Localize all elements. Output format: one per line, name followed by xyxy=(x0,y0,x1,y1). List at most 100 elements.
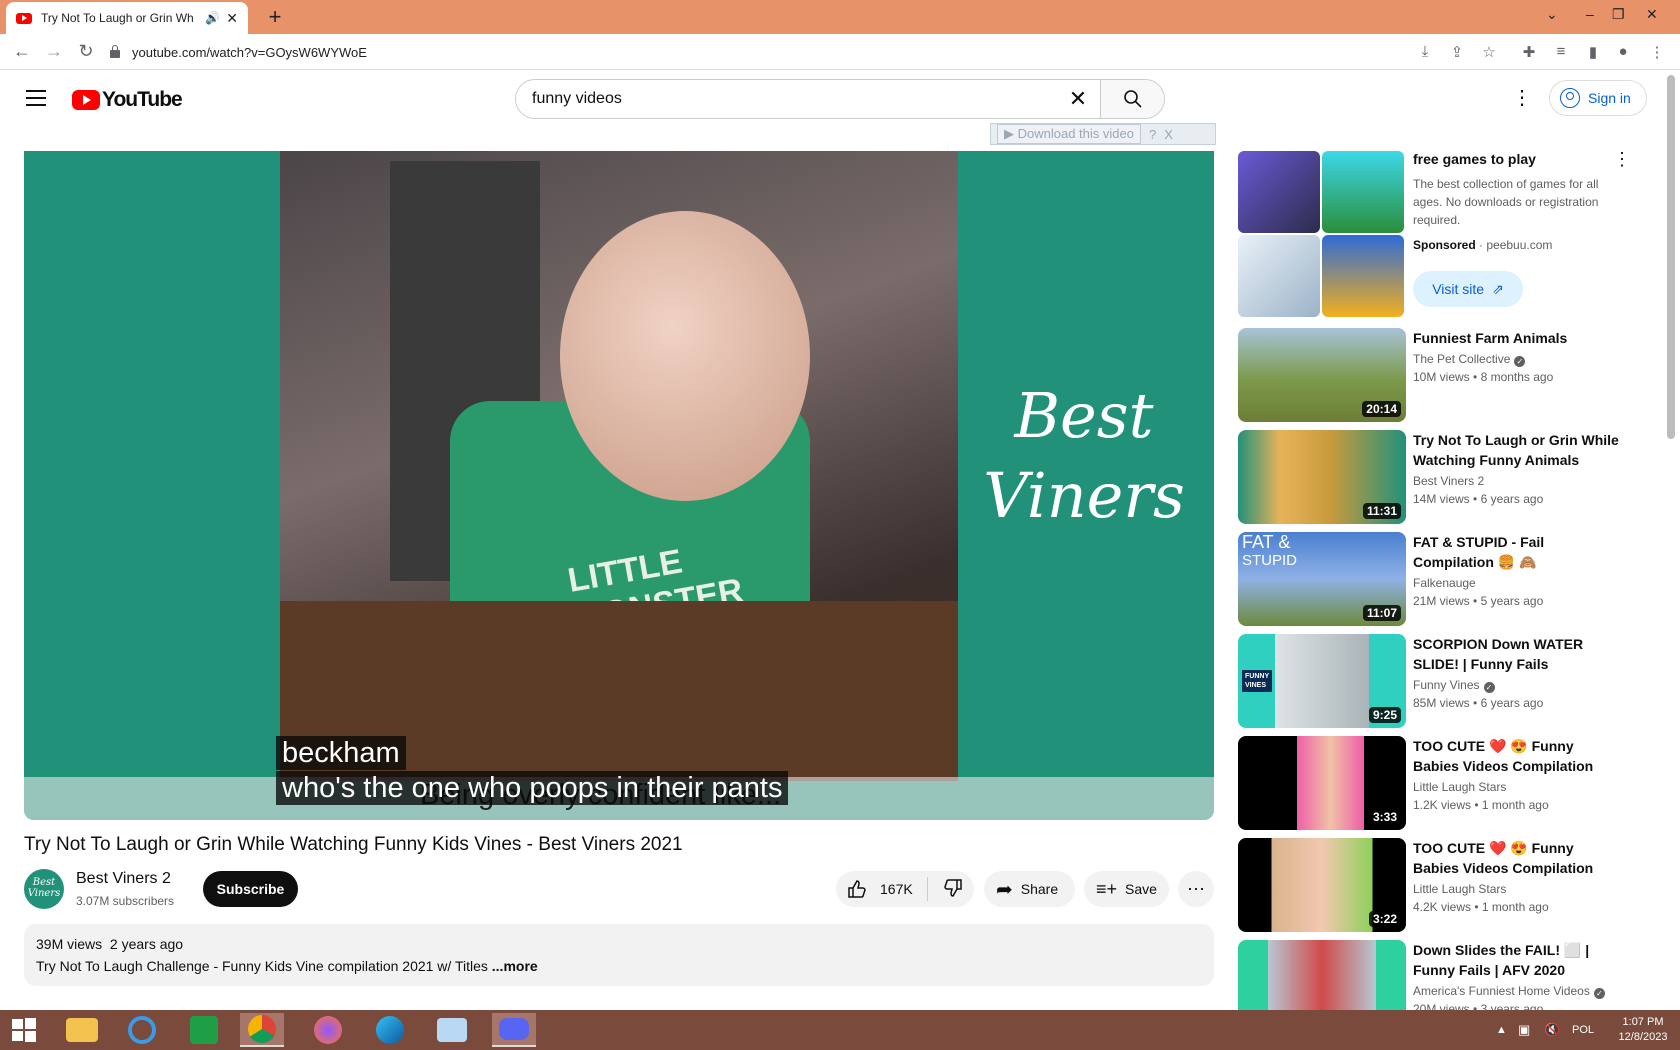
download-button[interactable]: ▶ Download this video xyxy=(997,124,1141,144)
rec-channel[interactable]: Best Viners 2 xyxy=(1413,474,1484,488)
rec-channel[interactable]: Little Laugh Stars xyxy=(1413,780,1506,794)
profile-icon[interactable]: ● xyxy=(1614,43,1632,60)
chrome-menu-icon[interactable]: ⋮ xyxy=(1648,43,1666,61)
media-control-icon[interactable]: ≡ xyxy=(1552,43,1570,60)
page-scrollbar[interactable] xyxy=(1667,75,1675,439)
rec-channel[interactable]: The Pet Collective xyxy=(1413,352,1510,366)
channel-name[interactable]: Best Viners 2 xyxy=(76,870,171,888)
recommendation-item[interactable]: FAT & STUPID 11:07 FAT & STUPID - Fail Co… xyxy=(1238,532,1648,626)
url-text[interactable]: youtube.com/watch?v=GOysW6WYWoE xyxy=(132,45,367,60)
volume-muted-icon[interactable]: 🔇 xyxy=(1544,1022,1560,1038)
minimize-button[interactable]: – xyxy=(1586,6,1594,22)
rec-thumbnail[interactable]: 20:14 xyxy=(1238,328,1406,422)
show-more-link[interactable]: ...more xyxy=(492,958,538,974)
settings-kebab-icon[interactable]: ⋮ xyxy=(1512,88,1532,108)
rec-thumbnail[interactable]: 3:22 xyxy=(1238,838,1406,932)
sponsored-ad[interactable]: free games to play ⋮ The best collection… xyxy=(1238,149,1638,317)
rec-channel-row[interactable]: America's Funniest Home Videos ✓ xyxy=(1413,984,1605,999)
new-tab-button[interactable]: + xyxy=(262,4,288,30)
clear-search-icon[interactable]: ✕ xyxy=(1056,80,1100,118)
save-button[interactable]: ≡+ Save xyxy=(1084,871,1169,907)
forward-button[interactable]: → xyxy=(42,41,66,62)
ad-image-stickman[interactable] xyxy=(1238,235,1320,317)
file-explorer-icon[interactable] xyxy=(60,1013,104,1047)
extensions-icon[interactable]: ✚ xyxy=(1520,43,1538,61)
internet-explorer-icon[interactable] xyxy=(120,1013,164,1047)
rec-channel[interactable]: Funny Vines xyxy=(1413,678,1480,692)
rec-thumbnail[interactable]: 3:33 xyxy=(1238,736,1406,830)
rec-title[interactable]: TOO CUTE ❤️ 😍 Funny Babies Videos Compil… xyxy=(1413,838,1623,878)
download-help-icon[interactable]: ? xyxy=(1149,127,1156,142)
recommendation-item[interactable]: 3:22 TOO CUTE ❤️ 😍 Funny Babies Videos C… xyxy=(1238,838,1648,932)
video-frame[interactable]: LITTLE MONSTER xyxy=(280,151,958,781)
recommendation-item[interactable]: 11:31 Try Not To Laugh or Grin While Wat… xyxy=(1238,430,1648,524)
tab-search-icon[interactable]: ⌄ xyxy=(1546,6,1558,23)
recommendation-item[interactable]: Down Slides the FAIL! ⬜ | Funny Fails | … xyxy=(1238,940,1648,1010)
rec-channel[interactable]: Little Laugh Stars xyxy=(1413,882,1506,896)
edge-icon[interactable] xyxy=(368,1013,412,1047)
rec-thumbnail[interactable]: 11:31 xyxy=(1238,430,1406,524)
store-icon[interactable] xyxy=(182,1013,226,1047)
rec-title[interactable]: FAT & STUPID - Fail Compilation 🍔 🙈 xyxy=(1413,532,1623,572)
rec-title[interactable]: Funniest Farm Animals xyxy=(1413,328,1623,348)
chrome-taskbar-icon[interactable] xyxy=(240,1013,284,1047)
ad-image-subway[interactable] xyxy=(1322,235,1404,317)
video-player[interactable]: LITTLE MONSTER Best Viners Being overly … xyxy=(24,151,1214,820)
rec-title[interactable]: TOO CUTE ❤️ 😍 Funny Babies Videos Compil… xyxy=(1413,736,1623,776)
start-button[interactable] xyxy=(2,1013,46,1047)
download-close-icon[interactable]: X xyxy=(1164,127,1173,142)
dislike-button[interactable] xyxy=(942,877,964,902)
rec-title[interactable]: Try Not To Laugh or Grin While Watching … xyxy=(1413,430,1623,470)
side-panel-icon[interactable]: ▮ xyxy=(1584,43,1602,61)
rec-thumbnail[interactable]: FUNNY VINES 9:25 xyxy=(1238,634,1406,728)
language-indicator[interactable]: POL xyxy=(1572,1024,1594,1036)
reload-button[interactable]: ↻ xyxy=(74,41,98,62)
recommendation-item[interactable]: FUNNY VINES 9:25 SCORPION Down WATER SLID… xyxy=(1238,634,1648,728)
ad-image-moto[interactable] xyxy=(1238,151,1320,233)
rec-title[interactable]: Down Slides the FAIL! ⬜ | Funny Fails | … xyxy=(1413,940,1623,980)
caption-line-1: beckham xyxy=(276,736,406,770)
install-app-icon[interactable]: ⤓ xyxy=(1416,43,1434,60)
download-video-bar[interactable]: ▶ Download this video ? X xyxy=(990,123,1216,145)
rec-channel[interactable]: Falkenauge xyxy=(1413,576,1476,590)
firefox-icon[interactable] xyxy=(306,1013,350,1047)
channel-avatar[interactable]: Best Viners xyxy=(24,869,64,909)
network-icon[interactable]: ▣ xyxy=(1518,1022,1530,1038)
description-box[interactable]: 39M views 2 years ago Try Not To Laugh C… xyxy=(24,924,1214,986)
rec-channel-row[interactable]: The Pet Collective ✓ xyxy=(1413,352,1526,367)
ad-title[interactable]: free games to play xyxy=(1413,151,1536,167)
like-button[interactable]: 167K xyxy=(846,878,913,900)
rec-channel-row[interactable]: Funny Vines ✓ xyxy=(1413,678,1495,693)
lock-icon[interactable] xyxy=(110,45,120,58)
recommendation-item[interactable]: 3:33 TOO CUTE ❤️ 😍 Funny Babies Videos C… xyxy=(1238,736,1648,830)
subscribe-button[interactable]: Subscribe xyxy=(203,871,298,907)
rec-thumbnail[interactable]: FAT & STUPID 11:07 xyxy=(1238,532,1406,626)
ad-image-soccer[interactable] xyxy=(1322,151,1404,233)
visit-site-button[interactable]: Visit site ⇗ xyxy=(1413,271,1523,307)
search-input[interactable] xyxy=(516,80,1056,118)
close-tab-icon[interactable]: ✕ xyxy=(226,10,238,27)
taskbar-clock[interactable]: 1:07 PM 12/8/2023 xyxy=(1610,1015,1676,1045)
browser-tab[interactable]: Try Not To Laugh or Grin Wh 🔊 ✕ xyxy=(6,2,248,34)
youtube-logo[interactable]: YouTube xyxy=(72,88,183,112)
remote-desktop-icon[interactable] xyxy=(430,1013,474,1047)
share-button[interactable]: ➦ Share xyxy=(984,871,1075,907)
close-window-button[interactable]: ✕ xyxy=(1646,6,1658,23)
recommendation-item[interactable]: 20:14 Funniest Farm Animals The Pet Coll… xyxy=(1238,328,1648,422)
back-button[interactable]: ← xyxy=(10,41,34,62)
rec-thumbnail[interactable] xyxy=(1238,940,1406,1010)
more-actions-icon[interactable]: ⋯ xyxy=(1178,871,1214,907)
guide-menu-icon[interactable] xyxy=(26,90,46,111)
ad-menu-icon[interactable]: ⋮ xyxy=(1613,149,1631,170)
restore-button[interactable]: ❐ xyxy=(1612,6,1625,23)
discord-icon[interactable] xyxy=(492,1013,536,1047)
search-button[interactable] xyxy=(1100,80,1164,118)
sign-in-button[interactable]: Sign in xyxy=(1549,80,1647,116)
address-bar[interactable]: youtube.com/watch?v=GOysW6WYWoE xyxy=(110,38,1480,66)
rec-title[interactable]: SCORPION Down WATER SLIDE! | Funny Fails xyxy=(1413,634,1623,674)
bookmark-star-icon[interactable]: ☆ xyxy=(1480,43,1498,61)
tray-expand-icon[interactable]: ▲ xyxy=(1496,1024,1507,1036)
rec-channel[interactable]: America's Funniest Home Videos xyxy=(1413,984,1590,998)
share-page-icon[interactable]: ⇪ xyxy=(1448,43,1466,61)
speaker-icon[interactable]: 🔊 xyxy=(205,11,220,25)
